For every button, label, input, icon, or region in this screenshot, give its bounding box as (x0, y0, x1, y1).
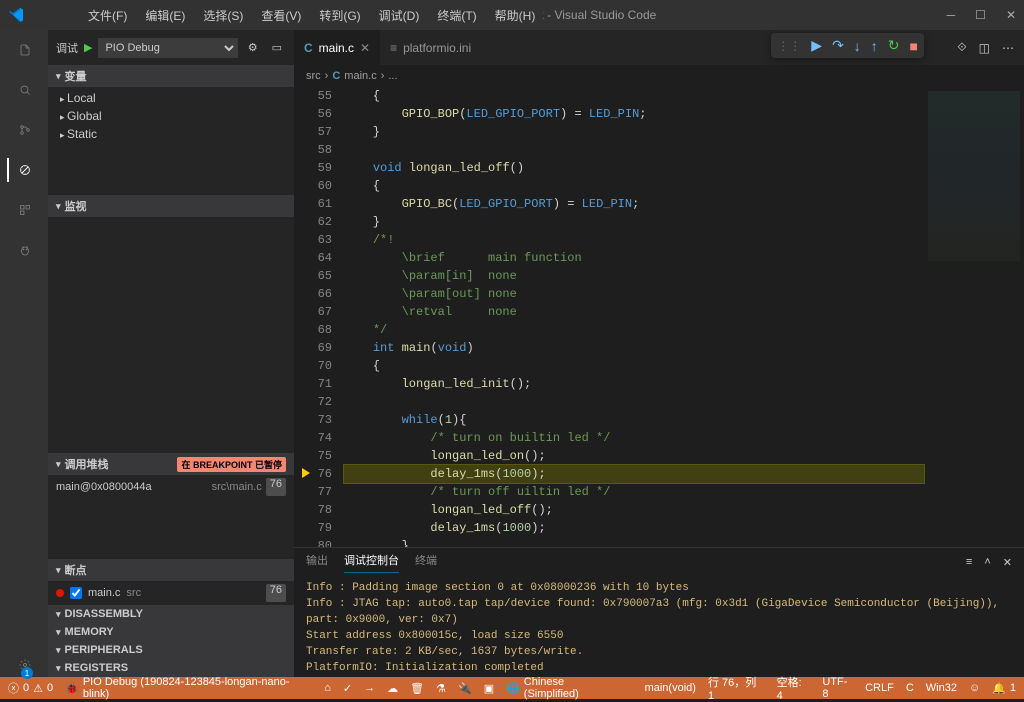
status-eol[interactable]: CRLF (865, 682, 894, 694)
breakpoints-section[interactable]: 断点 (48, 559, 294, 581)
menu-help[interactable]: 帮助(H) (487, 5, 544, 26)
activity-bar: 1 (0, 30, 48, 677)
debug-label: 调试 (56, 40, 78, 56)
status-arrow-icon[interactable]: → (364, 682, 375, 694)
editor-area: C main.c ✕ ≡ platformio.ini ⋮⋮ ▶ ↷ ↓ ↑ ↻… (294, 30, 1024, 677)
paused-badge: 在 BREAKPOINT 已暂停 (177, 457, 286, 472)
status-bar: ⓧ 0 ⚠ 0 🐞 PIO Debug (190824-123845-longa… (0, 677, 1024, 699)
drag-handle-icon[interactable]: ⋮⋮ (777, 39, 801, 53)
step-over-button[interactable]: ↷ (832, 37, 844, 54)
panel-tab-output[interactable]: 输出 (306, 552, 328, 572)
watch-section[interactable]: 监视 (48, 195, 294, 217)
status-terminal-icon[interactable]: ▣ (484, 682, 494, 695)
home-icon[interactable]: ⌂ (324, 682, 331, 694)
menu-debug[interactable]: 调试(D) (371, 5, 428, 26)
minimize-button[interactable]: ─ (947, 8, 956, 22)
menu-file[interactable]: 文件(F) (80, 5, 135, 26)
menu-terminal[interactable]: 终端(T) (429, 5, 484, 26)
status-lang[interactable]: 🌐 Chinese (Simplified) (506, 676, 620, 700)
variables-static[interactable]: Static (48, 125, 294, 143)
editor-tabs: C main.c ✕ ≡ platformio.ini ⋮⋮ ▶ ↷ ↓ ↑ ↻… (294, 30, 1024, 65)
status-filetype[interactable]: C (906, 682, 914, 694)
debug-console-output[interactable]: Info : Padding image section 0 at 0x0800… (294, 576, 1024, 677)
window-controls: ─ ☐ ✕ (947, 8, 1016, 22)
debug-config-select[interactable]: PIO Debug (98, 38, 237, 58)
step-into-button[interactable]: ↓ (854, 38, 861, 54)
panel-tab-debug-console[interactable]: 调试控制台 (344, 552, 399, 573)
close-panel-icon[interactable]: ✕ (1003, 556, 1012, 569)
callstack-frame[interactable]: main@0x0800044a src\main.c 76 (48, 475, 294, 499)
status-feedback-icon[interactable]: ☺ (969, 682, 980, 694)
menu-edit[interactable]: 编辑(E) (137, 5, 193, 26)
memory-section[interactable]: MEMORY (48, 623, 294, 641)
status-notifications[interactable]: 🔔 1 (992, 682, 1016, 695)
clear-console-icon[interactable]: ≡ (966, 556, 972, 569)
status-platform[interactable]: Win32 (926, 682, 957, 694)
explorer-icon[interactable] (7, 38, 31, 62)
status-encoding[interactable]: UTF-8 (822, 676, 853, 700)
breadcrumbs[interactable]: src› C main.c› ... (294, 65, 1024, 87)
status-scope[interactable]: main(void) (645, 682, 696, 694)
registers-section[interactable]: REGISTERS (48, 659, 294, 677)
debug-sidebar: 调试 ▶ PIO Debug ⚙ ▭ 变量 Local Global Stati… (48, 30, 294, 677)
more-actions-icon[interactable]: ⋯ (1002, 41, 1014, 55)
maximize-button[interactable]: ☐ (975, 8, 986, 22)
status-check-icon[interactable]: ✓ (343, 682, 352, 695)
status-serial-icon[interactable]: 🔌 (458, 682, 472, 695)
debug-settings-icon[interactable]: ⚙ (244, 41, 262, 54)
status-upload-icon[interactable]: ☁ (387, 682, 398, 695)
status-test-icon[interactable]: ⚗ (436, 682, 446, 695)
variables-global[interactable]: Global (48, 107, 294, 125)
close-tab-icon[interactable]: ✕ (360, 41, 370, 55)
bottom-panel: 输出 调试控制台 终端 ≡ ˄ ✕ Info : Padding image s… (294, 547, 1024, 677)
source-control-icon[interactable] (7, 118, 31, 142)
panel-tab-terminal[interactable]: 终端 (415, 552, 437, 572)
breakpoint-checkbox[interactable] (70, 587, 82, 599)
collapse-panel-icon[interactable]: ˄ (984, 556, 990, 569)
split-editor-icon[interactable]: ◫ (979, 41, 990, 55)
debug-icon[interactable] (7, 158, 31, 182)
menu-bar: 文件(F) 编辑(E) 选择(S) 查看(V) 转到(G) 调试(D) 终端(T… (30, 4, 543, 26)
breakpoint-dot-icon (56, 589, 64, 597)
stop-button[interactable]: ■ (910, 38, 918, 54)
vscode-logo-icon (8, 7, 24, 23)
menu-go[interactable]: 转到(G) (311, 5, 368, 26)
variables-local[interactable]: Local (48, 89, 294, 107)
peripherals-section[interactable]: PERIPHERALS (48, 641, 294, 659)
extensions-icon[interactable] (7, 198, 31, 222)
status-cursor[interactable]: 行 76，列 1 (708, 674, 765, 702)
breakpoint-row[interactable]: main.c src 76 (48, 581, 294, 605)
debug-config-header: 调试 ▶ PIO Debug ⚙ ▭ (48, 30, 294, 65)
code-editor[interactable]: 5556575859606162636465666768697071727374… (294, 87, 1024, 547)
c-file-icon: C (304, 41, 313, 55)
editor-actions: ⟐ ◫ ⋯ (947, 30, 1024, 65)
debug-toolbar[interactable]: ⋮⋮ ▶ ↷ ↓ ↑ ↻ ■ (771, 33, 924, 58)
minimap[interactable] (924, 87, 1024, 547)
continue-button[interactable]: ▶ (811, 37, 822, 54)
settings-gear-icon[interactable]: 1 (7, 653, 31, 677)
status-trash-icon[interactable]: 🗑 (410, 682, 424, 695)
close-button[interactable]: ✕ (1006, 8, 1016, 22)
restart-button[interactable]: ↻ (888, 37, 900, 54)
compass-icon[interactable]: ⟐ (957, 40, 966, 55)
c-file-icon: C (332, 70, 340, 82)
title-bar: 文件(F) 编辑(E) 选择(S) 查看(V) 转到(G) 调试(D) 终端(T… (0, 0, 1024, 30)
start-debug-button[interactable]: ▶ (84, 41, 92, 54)
status-errors[interactable]: ⓧ 0 ⚠ 0 (8, 680, 53, 696)
callstack-section[interactable]: ▾ 调用堆栈 在 BREAKPOINT 已暂停 (48, 453, 294, 475)
disassembly-section[interactable]: ▸DISASSEMBLY (48, 605, 294, 623)
ini-file-icon: ≡ (390, 41, 397, 55)
debug-console-icon[interactable]: ▭ (268, 41, 286, 54)
step-out-button[interactable]: ↑ (871, 38, 878, 54)
platformio-icon[interactable] (7, 238, 31, 262)
menu-selection[interactable]: 选择(S) (195, 5, 251, 26)
status-debug-target[interactable]: 🐞 PIO Debug (190824-123845-longan-nano-b… (65, 676, 312, 700)
menu-view[interactable]: 查看(V) (253, 5, 309, 26)
variables-section[interactable]: 变量 (48, 65, 294, 87)
tab-platformio-ini[interactable]: ≡ platformio.ini (380, 30, 481, 65)
tab-main-c[interactable]: C main.c ✕ (294, 30, 380, 65)
search-icon[interactable] (7, 78, 31, 102)
status-spaces[interactable]: 空格: 4 (777, 674, 811, 702)
